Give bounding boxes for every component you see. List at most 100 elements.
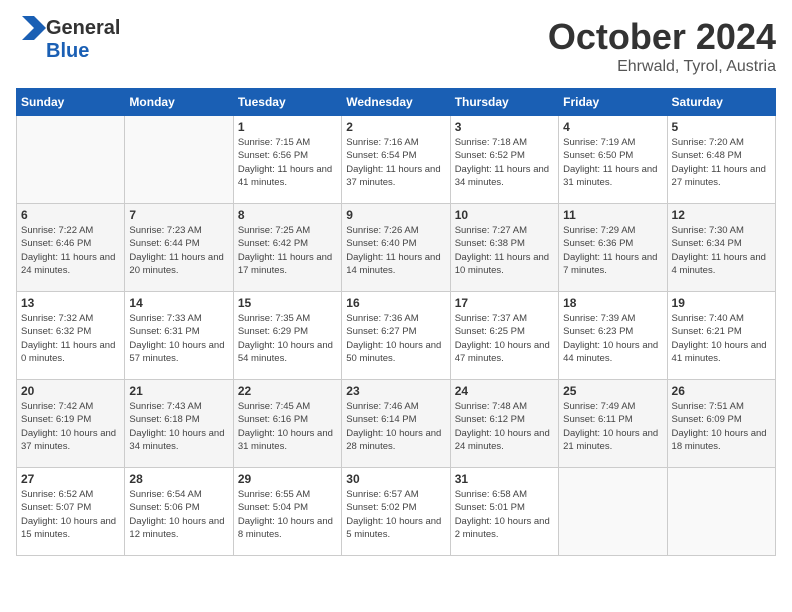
day-info: Sunrise: 7:42 AMSunset: 6:19 PMDaylight:… [21,400,120,453]
day-info: Sunrise: 7:49 AMSunset: 6:11 PMDaylight:… [563,400,662,453]
calendar-cell: 23 Sunrise: 7:46 AMSunset: 6:14 PMDayligh… [342,380,450,468]
day-number: 7 [129,208,228,222]
calendar-cell [17,116,125,204]
day-number: 23 [346,384,445,398]
calendar-cell: 5 Sunrise: 7:20 AMSunset: 6:48 PMDaylight… [667,116,775,204]
day-info: Sunrise: 6:55 AMSunset: 5:04 PMDaylight:… [238,488,337,541]
day-info: Sunrise: 7:33 AMSunset: 6:31 PMDaylight:… [129,312,228,365]
calendar-cell [667,468,775,556]
day-number: 14 [129,296,228,310]
calendar-cell: 7 Sunrise: 7:23 AMSunset: 6:44 PMDaylight… [125,204,233,292]
calendar-cell: 26 Sunrise: 7:51 AMSunset: 6:09 PMDayligh… [667,380,775,468]
day-header-wednesday: Wednesday [342,89,450,116]
day-number: 18 [563,296,662,310]
day-number: 10 [455,208,554,222]
calendar-cell: 29 Sunrise: 6:55 AMSunset: 5:04 PMDayligh… [233,468,341,556]
day-number: 15 [238,296,337,310]
day-info: Sunrise: 7:18 AMSunset: 6:52 PMDaylight:… [455,136,554,189]
day-number: 12 [672,208,771,222]
day-header-tuesday: Tuesday [233,89,341,116]
calendar-cell: 3 Sunrise: 7:18 AMSunset: 6:52 PMDaylight… [450,116,558,204]
day-number: 27 [21,472,120,486]
calendar-cell: 27Sunrise: 6:52 AMSunset: 5:07 PMDayligh… [17,468,125,556]
day-number: 25 [563,384,662,398]
calendar-cell: 11 Sunrise: 7:29 AMSunset: 6:36 PMDayligh… [559,204,667,292]
calendar-week-row: 6Sunrise: 7:22 AMSunset: 6:46 PMDaylight… [17,204,776,292]
day-number: 1 [238,120,337,134]
location-subtitle: Ehrwald, Tyrol, Austria [548,58,776,76]
day-number: 26 [672,384,771,398]
calendar-cell: 17Sunrise: 7:37 AMSunset: 6:25 PMDayligh… [450,292,558,380]
calendar-week-row: 27Sunrise: 6:52 AMSunset: 5:07 PMDayligh… [17,468,776,556]
day-number: 19 [672,296,771,310]
calendar-cell: 9Sunrise: 7:26 AMSunset: 6:40 PMDaylight… [342,204,450,292]
calendar-cell: 18 Sunrise: 7:39 AMSunset: 6:23 PMDayligh… [559,292,667,380]
calendar-cell: 24 Sunrise: 7:48 AMSunset: 6:12 PMDayligh… [450,380,558,468]
page-header: General Blue October 2024 Ehrwald, Tyrol… [16,16,776,76]
day-number: 20 [21,384,120,398]
day-number: 21 [129,384,228,398]
calendar-cell: 14 Sunrise: 7:33 AMSunset: 6:31 PMDayligh… [125,292,233,380]
day-info: Sunrise: 7:35 AMSunset: 6:29 PMDaylight:… [238,312,337,365]
calendar-cell: 8Sunrise: 7:25 AMSunset: 6:42 PMDaylight… [233,204,341,292]
day-info: Sunrise: 7:48 AMSunset: 6:12 PMDaylight:… [455,400,554,453]
day-info: Sunrise: 7:16 AMSunset: 6:54 PMDaylight:… [346,136,445,189]
day-number: 29 [238,472,337,486]
day-info: Sunrise: 7:32 AMSunset: 6:32 PMDaylight:… [21,312,120,365]
day-info: Sunrise: 7:27 AMSunset: 6:38 PMDaylight:… [455,224,554,277]
day-info: Sunrise: 7:40 AMSunset: 6:21 PMDaylight:… [672,312,771,365]
calendar-cell: 2 Sunrise: 7:16 AMSunset: 6:54 PMDaylight… [342,116,450,204]
calendar-body: 1 Sunrise: 7:15 AMSunset: 6:56 PMDaylight… [17,116,776,556]
calendar-cell: 19 Sunrise: 7:40 AMSunset: 6:21 PMDayligh… [667,292,775,380]
calendar-week-row: 1 Sunrise: 7:15 AMSunset: 6:56 PMDaylight… [17,116,776,204]
calendar-week-row: 20 Sunrise: 7:42 AMSunset: 6:19 PMDayligh… [17,380,776,468]
day-info: Sunrise: 6:54 AMSunset: 5:06 PMDaylight:… [129,488,228,541]
day-number: 3 [455,120,554,134]
day-info: Sunrise: 7:45 AMSunset: 6:16 PMDaylight:… [238,400,337,453]
calendar-cell: 21 Sunrise: 7:43 AMSunset: 6:18 PMDayligh… [125,380,233,468]
title-area: October 2024 Ehrwald, Tyrol, Austria [548,16,776,76]
day-info: Sunrise: 7:22 AMSunset: 6:46 PMDaylight:… [21,224,120,277]
calendar-week-row: 13Sunrise: 7:32 AMSunset: 6:32 PMDayligh… [17,292,776,380]
calendar-cell: 30Sunrise: 6:57 AMSunset: 5:02 PMDayligh… [342,468,450,556]
day-header-thursday: Thursday [450,89,558,116]
day-number: 9 [346,208,445,222]
day-info: Sunrise: 7:51 AMSunset: 6:09 PMDaylight:… [672,400,771,453]
calendar-cell: 20 Sunrise: 7:42 AMSunset: 6:19 PMDayligh… [17,380,125,468]
logo-text-blue: Blue [46,40,89,63]
day-number: 4 [563,120,662,134]
logo: General Blue [16,16,120,63]
day-info: Sunrise: 7:19 AMSunset: 6:50 PMDaylight:… [563,136,662,189]
day-number: 2 [346,120,445,134]
day-header-monday: Monday [125,89,233,116]
day-info: Sunrise: 6:58 AMSunset: 5:01 PMDaylight:… [455,488,554,541]
logo-icon [16,16,46,40]
day-info: Sunrise: 7:39 AMSunset: 6:23 PMDaylight:… [563,312,662,365]
day-header-friday: Friday [559,89,667,116]
calendar-cell: 4 Sunrise: 7:19 AMSunset: 6:50 PMDaylight… [559,116,667,204]
day-number: 5 [672,120,771,134]
day-info: Sunrise: 7:43 AMSunset: 6:18 PMDaylight:… [129,400,228,453]
day-info: Sunrise: 7:29 AMSunset: 6:36 PMDaylight:… [563,224,662,277]
logo-text-general: General [46,17,120,40]
day-number: 31 [455,472,554,486]
day-info: Sunrise: 7:15 AMSunset: 6:56 PMDaylight:… [238,136,337,189]
day-info: Sunrise: 7:20 AMSunset: 6:48 PMDaylight:… [672,136,771,189]
calendar-cell: 25 Sunrise: 7:49 AMSunset: 6:11 PMDayligh… [559,380,667,468]
calendar-table: SundayMondayTuesdayWednesdayThursdayFrid… [16,88,776,556]
day-number: 17 [455,296,554,310]
day-info: Sunrise: 7:36 AMSunset: 6:27 PMDaylight:… [346,312,445,365]
day-info: Sunrise: 7:46 AMSunset: 6:14 PMDaylight:… [346,400,445,453]
day-number: 30 [346,472,445,486]
day-header-saturday: Saturday [667,89,775,116]
day-number: 24 [455,384,554,398]
calendar-cell: 15 Sunrise: 7:35 AMSunset: 6:29 PMDayligh… [233,292,341,380]
day-info: Sunrise: 7:23 AMSunset: 6:44 PMDaylight:… [129,224,228,277]
day-number: 11 [563,208,662,222]
day-number: 22 [238,384,337,398]
calendar-cell: 22 Sunrise: 7:45 AMSunset: 6:16 PMDayligh… [233,380,341,468]
month-title: October 2024 [548,16,776,58]
day-header-sunday: Sunday [17,89,125,116]
calendar-cell: 31 Sunrise: 6:58 AMSunset: 5:01 PMDayligh… [450,468,558,556]
day-info: Sunrise: 7:25 AMSunset: 6:42 PMDaylight:… [238,224,337,277]
